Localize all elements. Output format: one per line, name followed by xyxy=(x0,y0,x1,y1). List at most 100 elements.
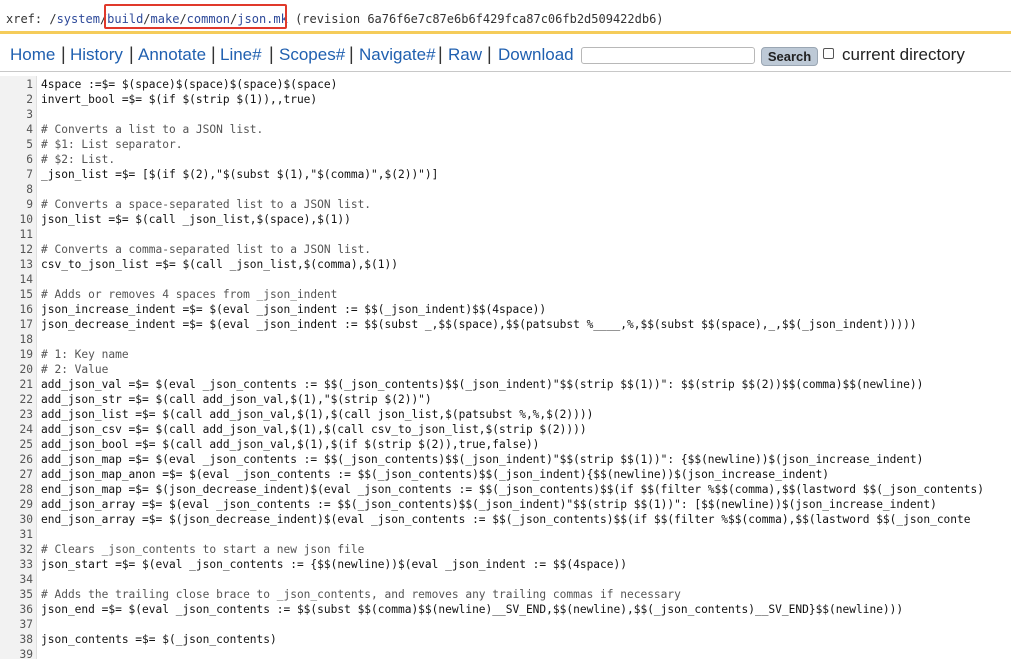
nav-separator: | xyxy=(61,44,66,64)
line-number[interactable]: 5 xyxy=(0,137,33,152)
line-number[interactable]: 13 xyxy=(0,257,33,272)
code-line: 20 # 2: Value xyxy=(0,362,1011,377)
code-text: # $1: List separator. xyxy=(41,138,183,151)
line-number[interactable]: 4 xyxy=(0,122,33,137)
search-input[interactable] xyxy=(581,47,755,64)
line-number[interactable]: 39 xyxy=(0,647,33,659)
nav-home-link[interactable]: Home xyxy=(10,45,55,65)
line-number[interactable]: 28 xyxy=(0,482,33,497)
code-line: 14 xyxy=(0,272,1011,287)
path-link-system[interactable]: system xyxy=(57,12,100,26)
current-directory-checkbox[interactable] xyxy=(823,48,834,59)
line-number[interactable]: 11 xyxy=(0,227,33,242)
nav-download-link[interactable]: Download xyxy=(498,45,574,65)
code-line: 17 json_decrease_indent =$= $(eval _json_… xyxy=(0,317,1011,332)
current-directory-label: current directory xyxy=(842,45,965,64)
line-number[interactable]: 30 xyxy=(0,512,33,527)
line-number[interactable]: 8 xyxy=(0,182,33,197)
highlight-box xyxy=(104,4,287,29)
line-number[interactable]: 32 xyxy=(0,542,33,557)
code-line: 21 add_json_val =$= $(eval _json_contents… xyxy=(0,377,1011,392)
line-number[interactable]: 14 xyxy=(0,272,33,287)
code-text: # 1: Key name xyxy=(41,348,129,361)
code-line: 15 # Adds or removes 4 spaces from _json_… xyxy=(0,287,1011,302)
code-line: 34 xyxy=(0,572,1011,587)
code-line: 22 add_json_str =$= $(call add_json_val,$… xyxy=(0,392,1011,407)
xref-prefix: xref: / xyxy=(6,12,57,26)
line-number[interactable]: 3 xyxy=(0,107,33,122)
line-number[interactable]: 25 xyxy=(0,437,33,452)
code-text: # Clears _json_contents to start a new j… xyxy=(41,543,365,556)
code-text: # 2: Value xyxy=(41,363,109,376)
line-number[interactable]: 31 xyxy=(0,527,33,542)
line-number[interactable]: 27 xyxy=(0,467,33,482)
nav-navigate-link[interactable]: Navigate# xyxy=(359,45,436,65)
code-text: json_start =$= $(eval _json_contents := … xyxy=(41,558,627,571)
nav-line-link[interactable]: Line# xyxy=(220,45,262,65)
code-line: 25 add_json_bool =$= $(call add_json_val,… xyxy=(0,437,1011,452)
line-number[interactable]: 20 xyxy=(0,362,33,377)
code-text: add_json_map =$= $(eval _json_contents :… xyxy=(41,453,924,466)
line-number[interactable]: 12 xyxy=(0,242,33,257)
code-text: invert_bool =$= $(if $(strip $(1)),,true… xyxy=(41,93,318,106)
line-number[interactable]: 24 xyxy=(0,422,33,437)
code-line: 38 json_contents =$= $(_json_contents) xyxy=(0,632,1011,647)
nav-annotate-link[interactable]: Annotate xyxy=(138,45,206,65)
code-line: 26 add_json_map =$= $(eval _json_contents… xyxy=(0,452,1011,467)
code-line: 11 xyxy=(0,227,1011,242)
nav-raw-link[interactable]: Raw xyxy=(448,45,482,65)
line-number[interactable]: 7 xyxy=(0,167,33,182)
code-line: 31 xyxy=(0,527,1011,542)
code-line: 8 xyxy=(0,182,1011,197)
code-line: 37 xyxy=(0,617,1011,632)
code-line: 7 _json_list =$= [$(if $(2),"$(subst $(1)… xyxy=(0,167,1011,182)
code-text: add_json_array =$= $(eval _json_contents… xyxy=(41,498,937,511)
line-number[interactable]: 26 xyxy=(0,452,33,467)
code-text: json_increase_indent =$= $(eval _json_in… xyxy=(41,303,547,316)
code-text: json_list =$= $(call _json_list,$(space)… xyxy=(41,213,351,226)
code-line: 33 json_start =$= $(eval _json_contents :… xyxy=(0,557,1011,572)
line-number[interactable]: 19 xyxy=(0,347,33,362)
line-number[interactable]: 18 xyxy=(0,332,33,347)
code-line: 2 invert_bool =$= $(if $(strip $(1)),,tru… xyxy=(0,92,1011,107)
code-text: add_json_map_anon =$= $(eval _json_conte… xyxy=(41,468,830,481)
line-number[interactable]: 35 xyxy=(0,587,33,602)
code-line: 27 add_json_map_anon =$= $(eval _json_con… xyxy=(0,467,1011,482)
code-line: 1 4space :=$= $(space)$(space)$(space)$(s… xyxy=(0,77,1011,92)
search-button[interactable]: Search xyxy=(761,47,818,66)
code-line: 18 xyxy=(0,332,1011,347)
line-number[interactable]: 23 xyxy=(0,407,33,422)
code-text: # $2: List. xyxy=(41,153,116,166)
code-line: 5 # $1: List separator. xyxy=(0,137,1011,152)
line-number[interactable]: 33 xyxy=(0,557,33,572)
line-number[interactable]: 22 xyxy=(0,392,33,407)
code-line: 16 json_increase_indent =$= $(eval _json_… xyxy=(0,302,1011,317)
line-number[interactable]: 15 xyxy=(0,287,33,302)
line-number[interactable]: 16 xyxy=(0,302,33,317)
line-number[interactable]: 34 xyxy=(0,572,33,587)
line-number[interactable]: 17 xyxy=(0,317,33,332)
nav-scopes-link[interactable]: Scopes# xyxy=(279,45,345,65)
line-number[interactable]: 9 xyxy=(0,197,33,212)
code-text: 4space :=$= $(space)$(space)$(space)$(sp… xyxy=(41,78,338,91)
line-number[interactable]: 38 xyxy=(0,632,33,647)
source-code-view: 1 4space :=$= $(space)$(space)$(space)$(s… xyxy=(0,76,1011,659)
code-text: # Adds or removes 4 spaces from _json_in… xyxy=(41,288,338,301)
code-line: 13 csv_to_json_list =$= $(call _json_list… xyxy=(0,257,1011,272)
code-text: end_json_map =$= $(json_decrease_indent)… xyxy=(41,483,984,496)
line-number[interactable]: 10 xyxy=(0,212,33,227)
nav-history-link[interactable]: History xyxy=(70,45,123,65)
code-line: 4 # Converts a list to a JSON list. xyxy=(0,122,1011,137)
line-number[interactable]: 6 xyxy=(0,152,33,167)
line-number[interactable]: 36 xyxy=(0,602,33,617)
nav-separator: | xyxy=(349,44,354,64)
code-line: 39 xyxy=(0,647,1011,659)
line-number[interactable]: 37 xyxy=(0,617,33,632)
nav-separator: | xyxy=(438,44,443,64)
code-line: 12 # Converts a comma-separated list to a… xyxy=(0,242,1011,257)
line-number[interactable]: 1 xyxy=(0,77,33,92)
line-number[interactable]: 29 xyxy=(0,497,33,512)
line-number[interactable]: 2 xyxy=(0,92,33,107)
line-number[interactable]: 21 xyxy=(0,377,33,392)
code-text: json_end =$= $(eval _json_contents := $$… xyxy=(41,603,904,616)
